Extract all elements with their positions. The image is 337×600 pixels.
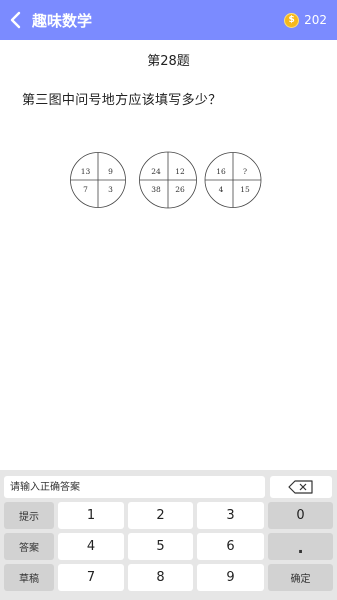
- hint-button[interactable]: 提示: [4, 502, 54, 529]
- circle-1-bottom-right: 3: [108, 185, 113, 194]
- key-3[interactable]: 3: [197, 502, 264, 529]
- key-4[interactable]: 4: [58, 533, 124, 560]
- key-1[interactable]: 1: [58, 502, 124, 529]
- backspace-icon: [288, 480, 313, 494]
- circle-2-bottom-left: 38: [151, 185, 161, 194]
- key-6[interactable]: 6: [197, 533, 264, 560]
- circle-3-bottom-left: 4: [219, 185, 224, 194]
- puzzle-circle-1: 13 9 7 3: [70, 152, 126, 208]
- circle-3-top-left: 16: [216, 167, 226, 176]
- puzzle-circle-3: 16 ? 4 15: [204, 152, 262, 208]
- key-decimal-point[interactable]: .: [268, 533, 333, 560]
- key-5[interactable]: 5: [128, 533, 193, 560]
- puzzle-figure: 13 9 7 3 24 12 38 26 16 ? 4 15: [70, 151, 262, 209]
- coin-balance: $ 202: [284, 0, 327, 40]
- key-0[interactable]: 0: [268, 502, 333, 529]
- chevron-left-icon: [10, 11, 21, 29]
- app-title: 趣味数学: [32, 11, 93, 30]
- key-9[interactable]: 9: [197, 564, 264, 591]
- question-text: 第三图中问号地方应该填写多少？: [22, 93, 222, 108]
- back-button[interactable]: [0, 0, 30, 40]
- circle-3-bottom-right: 15: [240, 185, 250, 194]
- key-8[interactable]: 8: [128, 564, 193, 591]
- circle-3-top-right: ?: [243, 167, 247, 176]
- confirm-button[interactable]: 确定: [268, 564, 333, 591]
- coin-count: 202: [304, 13, 327, 27]
- key-2[interactable]: 2: [128, 502, 193, 529]
- answer-button[interactable]: 答案: [4, 533, 54, 560]
- puzzle-circle-2: 24 12 38 26: [139, 151, 197, 209]
- backspace-button[interactable]: [270, 476, 332, 498]
- circle-2-bottom-right: 26: [175, 185, 185, 194]
- key-7[interactable]: 7: [58, 564, 124, 591]
- draft-button[interactable]: 草稿: [4, 564, 54, 591]
- circle-1-bottom-left: 7: [83, 185, 88, 194]
- question-number: 第28题: [147, 54, 190, 69]
- circle-2-top-left: 24: [151, 167, 161, 176]
- coin-icon: $: [284, 12, 300, 28]
- circle-1-top-right: 9: [108, 167, 113, 176]
- circle-1-top-left: 13: [81, 167, 91, 176]
- app-header: 趣味数学 $ 202: [0, 0, 337, 40]
- answer-input[interactable]: [4, 476, 265, 498]
- answer-keyboard: 提示 1 2 3 0 答案 4 5 6 . 草稿 7 8 9 确定: [0, 470, 337, 600]
- circle-2-top-right: 12: [175, 167, 185, 176]
